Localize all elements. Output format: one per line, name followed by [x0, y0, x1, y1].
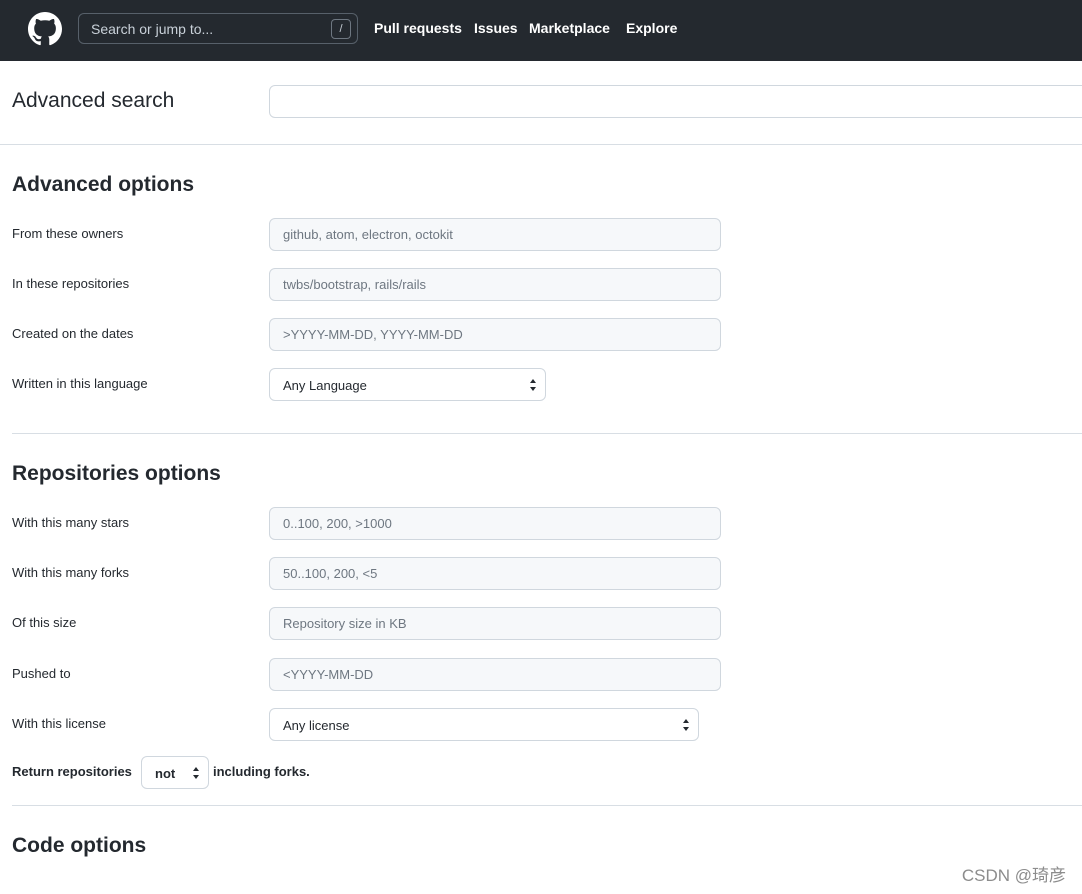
page-title: Advanced search — [12, 89, 175, 112]
advanced-options-heading: Advanced options — [12, 173, 195, 196]
include-forks-value: not — [155, 766, 176, 781]
select-arrows-icon — [683, 719, 689, 731]
nav-explore[interactable]: Explore — [626, 20, 677, 36]
license-select-value: Any license — [283, 718, 350, 733]
divider — [0, 144, 1082, 145]
nav-pull-requests[interactable]: Pull requests — [374, 20, 462, 36]
include-forks-select[interactable]: not — [141, 756, 209, 789]
size-label: Of this size — [12, 615, 77, 630]
nav-marketplace[interactable]: Marketplace — [529, 20, 610, 36]
language-label: Written in this language — [12, 376, 148, 391]
pushed-input[interactable] — [269, 658, 721, 691]
github-logo-icon[interactable] — [28, 12, 62, 46]
including-forks-label: including forks. — [213, 764, 310, 779]
select-arrows-icon — [193, 767, 199, 779]
language-select-value: Any Language — [283, 378, 367, 393]
code-options-heading: Code options — [12, 834, 147, 857]
watermark: CSDN @琦彦 — [961, 866, 1066, 885]
search-placeholder: Search or jump to... — [91, 21, 214, 37]
created-dates-label: Created on the dates — [12, 326, 134, 341]
repositories-label: In these repositories — [12, 276, 130, 291]
slash-shortcut-badge: / — [331, 19, 351, 39]
repositories-options-heading: Repositories options — [12, 462, 221, 485]
stars-input[interactable] — [269, 507, 721, 540]
size-input[interactable] — [269, 607, 721, 640]
select-arrows-icon — [530, 379, 536, 391]
stars-label: With this many stars — [12, 515, 130, 530]
pushed-label: Pushed to — [12, 666, 71, 681]
owners-label: From these owners — [12, 226, 124, 241]
divider — [12, 433, 1082, 434]
top-navigation-bar: Search or jump to... / Pull requests Iss… — [0, 0, 1082, 61]
forks-label: With this many forks — [12, 565, 130, 580]
language-select[interactable]: Any Language — [269, 368, 546, 401]
license-label: With this license — [12, 716, 106, 731]
repositories-input[interactable] — [269, 268, 721, 301]
created-dates-input[interactable] — [269, 318, 721, 351]
owners-input[interactable] — [269, 218, 721, 251]
return-repositories-label: Return repositories — [12, 764, 132, 779]
global-search-input[interactable]: Search or jump to... / — [78, 13, 358, 44]
advanced-search-input[interactable] — [269, 85, 1082, 118]
divider — [12, 805, 1082, 806]
license-select[interactable]: Any license — [269, 708, 699, 741]
forks-input[interactable] — [269, 557, 721, 590]
nav-issues[interactable]: Issues — [474, 20, 518, 36]
